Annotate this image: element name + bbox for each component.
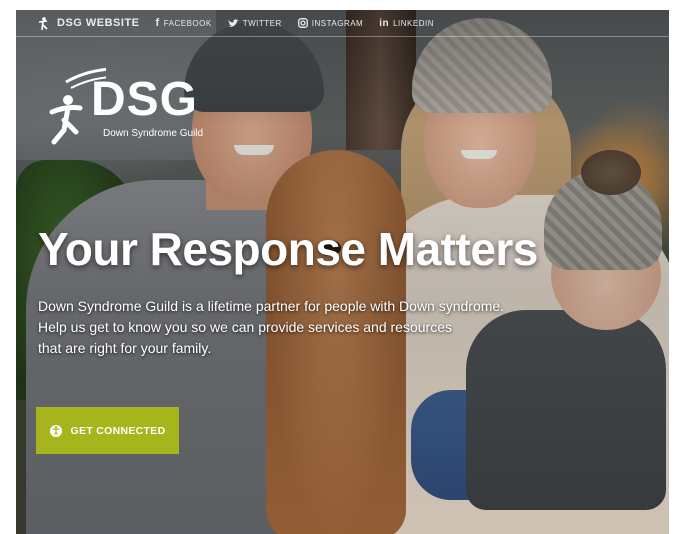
twitter-icon	[227, 18, 239, 28]
get-connected-button[interactable]: GET CONNECTED	[36, 407, 179, 454]
hero-description-line: Down Syndrome Guild is a lifetime partne…	[38, 298, 505, 314]
dsg-logo[interactable]: DSG Down Syndrome Guild	[46, 60, 206, 145]
hero-banner: DSG WEBSITE f FACEBOOK TWITTER INSTAGRAM…	[16, 10, 669, 534]
hero-description: Down Syndrome Guild is a lifetime partne…	[38, 296, 568, 359]
linkedin-link[interactable]: in LINKEDIN	[379, 18, 434, 29]
twitter-label: TWITTER	[242, 18, 282, 28]
social-topbar: DSG WEBSITE f FACEBOOK TWITTER INSTAGRAM…	[16, 10, 669, 37]
linkedin-icon: in	[379, 17, 390, 29]
instagram-label: INSTAGRAM	[311, 18, 364, 28]
hero-description-line: Help us get to know you so we can provid…	[38, 319, 452, 335]
hero-headline: Your Response Matters	[38, 223, 538, 275]
dsg-website-label: DSG WEBSITE	[57, 17, 140, 29]
accessibility-icon	[49, 424, 62, 437]
logo-title: DSG	[91, 73, 199, 126]
instagram-icon	[297, 18, 308, 28]
instagram-link[interactable]: INSTAGRAM	[297, 18, 364, 28]
linkedin-label: LINKEDIN	[393, 18, 435, 28]
get-connected-label: GET CONNECTED	[70, 424, 166, 437]
twitter-link[interactable]: TWITTER	[227, 18, 282, 28]
person-logo-icon	[38, 16, 49, 30]
logo-subtitle: Down Syndrome Guild	[103, 128, 204, 139]
dsg-website-link[interactable]: DSG WEBSITE	[38, 16, 140, 30]
facebook-link[interactable]: f FACEBOOK	[156, 17, 212, 29]
facebook-icon: f	[155, 17, 160, 29]
facebook-label: FACEBOOK	[163, 18, 212, 28]
hero-description-line: that are right for your family.	[38, 340, 212, 356]
